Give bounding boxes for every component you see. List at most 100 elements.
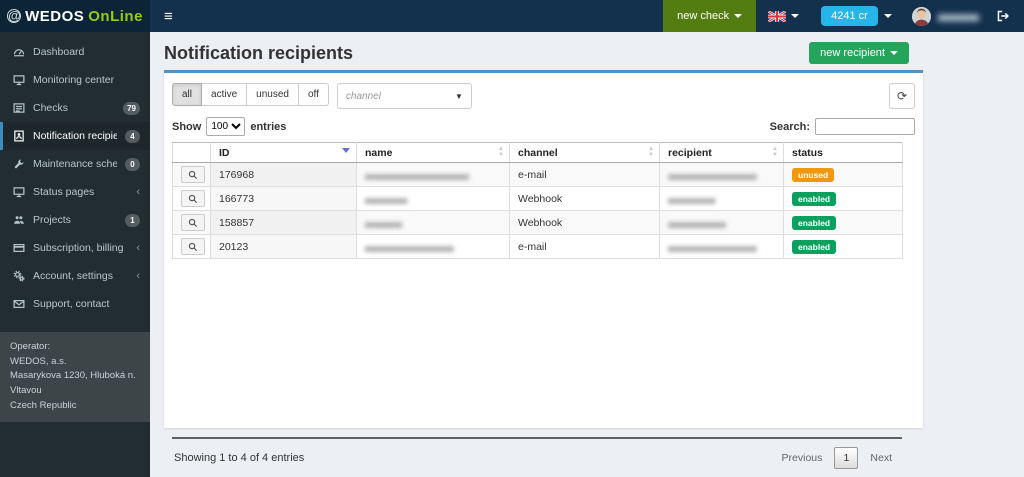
sidebar-item-label: Support, contact <box>33 298 110 310</box>
refresh-button[interactable]: ⟳ <box>889 83 915 109</box>
column-header-name[interactable]: name ▲ ▼ <box>356 142 510 163</box>
table-row: 158857 ▅▅▅▅▅▅▅ Webhook ▅▅▅▅▅▅▅▅▅▅▅ enabled <box>172 210 903 235</box>
topbar: @ WEDOS OnLine ≡ new check 4241 cr ▅▅▅▅▅… <box>0 0 1024 32</box>
sidebar-item-status-pages[interactable]: Status pages ‹ <box>0 178 150 206</box>
sign-out-icon <box>997 10 1009 22</box>
count-badge: 0 <box>125 157 140 171</box>
chevron-down-icon <box>883 14 892 18</box>
language-selector[interactable] <box>756 0 811 32</box>
column-header-channel[interactable]: channel ▲ ▼ <box>509 142 660 163</box>
sidebar-toggle-icon[interactable]: ≡ <box>150 0 187 32</box>
sidebar-item-monitoring-center[interactable]: Monitoring center <box>0 66 150 94</box>
credits-button[interactable]: 4241 cr <box>821 6 878 26</box>
refresh-icon: ⟳ <box>896 89 908 103</box>
magnifier-icon <box>188 194 198 203</box>
status-badge: enabled <box>792 191 837 206</box>
logout-button[interactable] <box>988 0 1024 32</box>
filter-button-all[interactable]: all <box>172 83 203 106</box>
cell-channel: Webhook <box>509 210 660 235</box>
cell-id: 20123 <box>210 234 357 259</box>
sidebar-item-label: Projects <box>33 214 71 226</box>
cell-channel: e-mail <box>509 162 660 187</box>
chevron-down-icon: ▼ <box>454 91 463 101</box>
user-menu[interactable]: ▅▅▅▅▅▅ <box>902 0 988 32</box>
app-logo[interactable]: @ WEDOS OnLine <box>0 0 150 32</box>
masked-recipient: ▅▅▅▅▅▅▅▅▅ <box>668 194 715 204</box>
view-recipient-button[interactable] <box>181 214 205 231</box>
sidebar-item-label: Status pages <box>33 186 95 198</box>
cell-status: enabled <box>783 210 903 235</box>
cell-name: ▅▅▅▅▅▅▅▅▅▅▅▅▅▅▅▅▅ <box>356 234 510 259</box>
view-recipient-button[interactable] <box>181 166 205 183</box>
sidebar-item-maintenance-schedule[interactable]: Maintenance schedule 0 <box>0 150 150 178</box>
sidebar-item-label: Checks <box>33 102 69 114</box>
monitor-icon <box>12 74 25 86</box>
sidebar-item-dashboard[interactable]: Dashboard <box>0 38 150 66</box>
masked-name: ▅▅▅▅▅▅▅▅ <box>365 194 407 204</box>
sidebar-item-subscription-billing[interactable]: Subscription, billing ‹ <box>0 234 150 262</box>
table-scrollbar[interactable] <box>903 142 915 259</box>
operator-line: WEDOS, a.s. <box>10 355 67 367</box>
credits-menu[interactable]: 4241 cr <box>811 0 902 32</box>
cell-id: 176968 <box>210 162 357 187</box>
next-page-button[interactable]: Next <box>862 448 900 468</box>
column-header-recipient[interactable]: recipient ▲ ▼ <box>659 142 784 163</box>
search-input[interactable] <box>815 118 915 135</box>
chevron-down-icon <box>734 14 743 18</box>
uk-flag-icon <box>768 10 787 22</box>
view-recipient-button[interactable] <box>181 238 205 255</box>
sidebar-item-projects[interactable]: Projects 1 <box>0 206 150 234</box>
pagination: Previous 1 Next <box>774 447 900 469</box>
cell-recipient: ▅▅▅▅▅▅▅▅▅▅▅▅▅▅▅▅▅ <box>659 234 784 259</box>
show-label: Show <box>172 120 202 133</box>
new-recipient-label: new recipient <box>820 47 885 59</box>
magnifier-icon <box>188 218 198 227</box>
recipients-panel: all active unused off channel ▼ ⟳ Show 100 … <box>164 70 923 469</box>
gears-icon <box>12 270 25 282</box>
cell-name: ▅▅▅▅▅▅▅▅▅▅▅▅▅▅▅▅▅▅▅▅ <box>356 162 510 187</box>
sidebar-item-notification-recipients[interactable]: Notification recipients 4 <box>0 122 150 150</box>
new-recipient-button[interactable]: new recipient <box>809 42 909 64</box>
cell-status: unused <box>783 162 903 187</box>
table-row: 20123 ▅▅▅▅▅▅▅▅▅▅▅▅▅▅▅▅▅ e-mail ▅▅▅▅▅▅▅▅▅▅▅▅… <box>172 234 903 259</box>
view-recipient-button[interactable] <box>181 190 205 207</box>
column-header-actions <box>172 142 211 163</box>
new-check-button[interactable]: new check <box>663 0 757 32</box>
cell-status: enabled <box>783 186 903 211</box>
username-text: ▅▅▅▅▅▅ <box>937 10 979 22</box>
address-book-icon <box>12 130 25 142</box>
dashboard-icon <box>12 46 25 58</box>
cell-recipient: ▅▅▅▅▅▅▅▅▅▅▅▅▅▅▅▅▅ <box>659 162 784 187</box>
table-empty-space <box>172 259 915 437</box>
sidebar-item-label: Notification recipients <box>33 130 117 142</box>
masked-name: ▅▅▅▅▅▅▅ <box>365 218 402 228</box>
count-badge: 4 <box>125 129 140 143</box>
sidebar-item-label: Maintenance schedule <box>33 158 117 170</box>
page-length-select[interactable]: 100 <box>206 117 246 136</box>
channel-filter-select[interactable]: channel ▼ <box>336 83 472 109</box>
sort-icon: ▲ ▼ <box>772 146 778 158</box>
main-content: Notification recipients new recipient al… <box>150 32 1024 477</box>
sort-desc-icon <box>342 148 350 153</box>
column-header-status[interactable]: status <box>783 142 903 163</box>
chevron-left-icon: ‹ <box>136 242 140 254</box>
status-badge: enabled <box>792 239 837 254</box>
previous-page-button[interactable]: Previous <box>774 448 831 468</box>
magnifier-icon <box>188 170 198 179</box>
filter-button-active[interactable]: active <box>202 83 248 106</box>
sidebar-item-account-settings[interactable]: Account, settings ‹ <box>0 262 150 290</box>
operator-line: Masarykova 1230, Hluboká n. Vltavou <box>10 370 136 397</box>
operator-line: Czech Republic <box>10 399 77 411</box>
filter-button-unused[interactable]: unused <box>247 83 299 106</box>
sidebar-item-support-contact[interactable]: Support, contact <box>0 290 150 318</box>
column-header-id[interactable]: ID <box>210 142 357 163</box>
users-icon <box>12 214 25 226</box>
page-number-button[interactable]: 1 <box>834 447 859 469</box>
filter-button-off[interactable]: off <box>298 83 329 106</box>
sidebar-item-checks[interactable]: Checks 79 <box>0 94 150 122</box>
sidebar-item-label: Dashboard <box>33 46 85 58</box>
new-check-label: new check <box>677 10 730 22</box>
operator-info: Operator: WEDOS, a.s. Masarykova 1230, H… <box>0 332 150 422</box>
count-badge: 1 <box>125 213 140 227</box>
status-badge: enabled <box>792 215 837 230</box>
